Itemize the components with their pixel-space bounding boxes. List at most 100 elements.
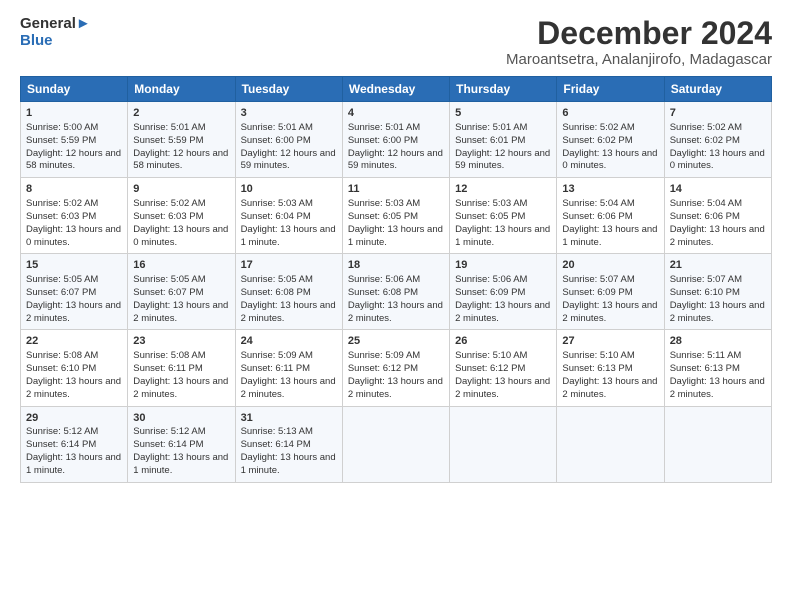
day-number: 30	[133, 411, 229, 426]
daylight-text: Daylight: 12 hours and 58 minutes.	[26, 148, 121, 172]
daylight-text: Daylight: 13 hours and 2 minutes.	[241, 376, 336, 400]
daylight-text: Daylight: 13 hours and 2 minutes.	[26, 376, 121, 400]
sunrise-text: Sunrise: 5:08 AM	[133, 350, 205, 361]
calendar-week-2: 15Sunrise: 5:05 AMSunset: 6:07 PMDayligh…	[21, 254, 772, 330]
table-row: 14Sunrise: 5:04 AMSunset: 6:06 PMDayligh…	[664, 178, 771, 254]
sunset-text: Sunset: 6:07 PM	[133, 287, 203, 298]
calendar-week-1: 8Sunrise: 5:02 AMSunset: 6:03 PMDaylight…	[21, 178, 772, 254]
daylight-text: Daylight: 13 hours and 2 minutes.	[455, 300, 550, 324]
table-row: 20Sunrise: 5:07 AMSunset: 6:09 PMDayligh…	[557, 254, 664, 330]
sunrise-text: Sunrise: 5:03 AM	[348, 198, 420, 209]
day-number: 19	[455, 258, 551, 273]
table-row: 19Sunrise: 5:06 AM Sunset: 6:09 PM Dayligh…	[450, 254, 557, 330]
daylight-text: Daylight: 13 hours and 2 minutes.	[670, 376, 765, 400]
day-number: 28	[670, 334, 766, 349]
daylight-text: Daylight: 13 hours and 2 minutes.	[26, 300, 121, 324]
daylight-text: Daylight: 13 hours and 1 minute.	[26, 452, 121, 476]
sunrise-text: Sunrise: 5:10 AM	[455, 350, 527, 361]
daylight-text: Daylight: 12 hours and 59 minutes.	[348, 148, 443, 172]
daylight-text: Daylight: 13 hours and 0 minutes.	[562, 148, 657, 172]
table-row: 10Sunrise: 5:03 AMSunset: 6:04 PMDayligh…	[235, 178, 342, 254]
day-number: 27	[562, 334, 658, 349]
daylight-text: Daylight: 13 hours and 2 minutes.	[133, 300, 228, 324]
sunset-text: Sunset: 6:04 PM	[241, 211, 311, 222]
day-number: 13	[562, 182, 658, 197]
daylight-text: Daylight: 13 hours and 2 minutes.	[670, 224, 765, 248]
day-number: 18	[348, 258, 444, 273]
daylight-text: Daylight: 12 hours and 59 minutes.	[241, 148, 336, 172]
table-row: 5Sunrise: 5:01 AMSunset: 6:01 PMDaylight…	[450, 102, 557, 178]
sunrise-text: Sunrise: 5:04 AM	[670, 198, 742, 209]
day-number: 15	[26, 258, 122, 273]
sunset-text: Sunset: 6:02 PM	[670, 135, 740, 146]
sunset-text: Sunset: 6:06 PM	[670, 211, 740, 222]
sunrise-text: Sunrise: 5:06 AM	[455, 274, 527, 285]
sunrise-text: Sunrise: 5:05 AM	[26, 274, 98, 285]
col-sunday: Sunday	[21, 77, 128, 102]
day-number: 21	[670, 258, 766, 273]
sunset-text: Sunset: 6:09 PM	[562, 287, 632, 298]
sunset-text: Sunset: 6:11 PM	[133, 363, 203, 374]
sunrise-text: Sunrise: 5:01 AM	[133, 122, 205, 133]
header-row: Sunday Monday Tuesday Wednesday Thursday…	[21, 77, 772, 102]
sunset-text: Sunset: 6:10 PM	[26, 363, 96, 374]
sunset-text: Sunset: 6:14 PM	[241, 439, 311, 450]
sunset-text: Sunset: 6:08 PM	[241, 287, 311, 298]
sunrise-text: Sunrise: 5:06 AM	[348, 274, 420, 285]
calendar-week-3: 22Sunrise: 5:08 AMSunset: 6:10 PMDayligh…	[21, 330, 772, 406]
table-row: 23Sunrise: 5:08 AMSunset: 6:11 PMDayligh…	[128, 330, 235, 406]
col-wednesday: Wednesday	[342, 77, 449, 102]
sunrise-text: Sunrise: 5:04 AM	[562, 198, 634, 209]
daylight-text: Daylight: 13 hours and 1 minute.	[455, 224, 550, 248]
table-row: 9Sunrise: 5:02 AMSunset: 6:03 PMDaylight…	[128, 178, 235, 254]
daylight-text: Daylight: 13 hours and 0 minutes.	[133, 224, 228, 248]
logo-general: General►	[20, 16, 91, 33]
table-row: 16Sunrise: 5:05 AMSunset: 6:07 PMDayligh…	[128, 254, 235, 330]
sunset-text: Sunset: 6:12 PM	[455, 363, 525, 374]
calendar-week-0: 1Sunrise: 5:00 AMSunset: 5:59 PMDaylight…	[21, 102, 772, 178]
day-number: 8	[26, 182, 122, 197]
table-row: 28Sunrise: 5:11 AM Sunset: 6:13 PM Dayligh…	[664, 330, 771, 406]
sunrise-text: Sunrise: 5:01 AM	[241, 122, 313, 133]
day-number: 17	[241, 258, 337, 273]
table-row: 17Sunrise: 5:05 AMSunset: 6:08 PMDayligh…	[235, 254, 342, 330]
sunset-text: Sunset: 6:06 PM	[562, 211, 632, 222]
col-saturday: Saturday	[664, 77, 771, 102]
sunset-text: Sunset: 6:14 PM	[26, 439, 96, 450]
sunrise-text: Sunrise: 5:01 AM	[348, 122, 420, 133]
sunset-text: Sunset: 6:13 PM	[670, 363, 740, 374]
table-row	[664, 406, 771, 482]
sunrise-text: Sunrise: 5:12 AM	[26, 426, 98, 437]
calendar-week-4: 29Sunrise: 5:12 AM Sunset: 6:14 PM Dayligh…	[21, 406, 772, 482]
sunset-text: Sunset: 6:09 PM	[455, 287, 525, 298]
table-row: 25Sunrise: 5:09 AMSunset: 6:12 PMDayligh…	[342, 330, 449, 406]
sunrise-text: Sunrise: 5:05 AM	[133, 274, 205, 285]
col-tuesday: Tuesday	[235, 77, 342, 102]
table-row: 13Sunrise: 5:04 AMSunset: 6:06 PMDayligh…	[557, 178, 664, 254]
daylight-text: Daylight: 13 hours and 2 minutes.	[133, 376, 228, 400]
sunrise-text: Sunrise: 5:03 AM	[455, 198, 527, 209]
table-row: 7Sunrise: 5:02 AMSunset: 6:02 PMDaylight…	[664, 102, 771, 178]
sunrise-text: Sunrise: 5:02 AM	[670, 122, 742, 133]
day-number: 29	[26, 411, 122, 426]
table-row: 1Sunrise: 5:00 AMSunset: 5:59 PMDaylight…	[21, 102, 128, 178]
sunrise-text: Sunrise: 5:01 AM	[455, 122, 527, 133]
subtitle: Maroantsetra, Analanjirofo, Madagascar	[506, 51, 772, 68]
table-row: 27Sunrise: 5:10 AMSunset: 6:13 PMDayligh…	[557, 330, 664, 406]
col-thursday: Thursday	[450, 77, 557, 102]
sunset-text: Sunset: 5:59 PM	[133, 135, 203, 146]
sunrise-text: Sunrise: 5:11 AM	[670, 350, 742, 361]
daylight-text: Daylight: 13 hours and 2 minutes.	[348, 376, 443, 400]
sunrise-text: Sunrise: 5:03 AM	[241, 198, 313, 209]
day-number: 10	[241, 182, 337, 197]
daylight-text: Daylight: 13 hours and 2 minutes.	[670, 300, 765, 324]
sunset-text: Sunset: 6:02 PM	[562, 135, 632, 146]
daylight-text: Daylight: 13 hours and 2 minutes.	[562, 300, 657, 324]
daylight-text: Daylight: 13 hours and 2 minutes.	[241, 300, 336, 324]
day-number: 7	[670, 106, 766, 121]
sunrise-text: Sunrise: 5:13 AM	[241, 426, 313, 437]
sunrise-text: Sunrise: 5:02 AM	[26, 198, 98, 209]
sunset-text: Sunset: 6:13 PM	[562, 363, 632, 374]
logo-blue: Blue	[20, 33, 91, 50]
table-row: 24Sunrise: 5:09 AMSunset: 6:11 PMDayligh…	[235, 330, 342, 406]
